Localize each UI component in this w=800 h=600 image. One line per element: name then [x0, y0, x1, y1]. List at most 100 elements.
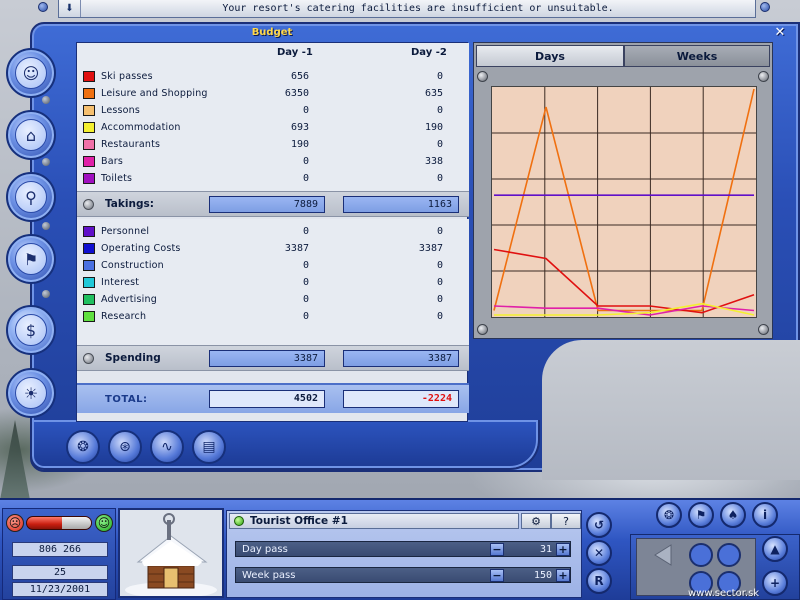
tab-button-overview[interactable]: ❂ — [66, 430, 100, 464]
building-portrait — [118, 508, 224, 598]
window-lower-frame — [30, 420, 540, 470]
color-swatch — [83, 277, 95, 288]
coins-icon: ❂ — [663, 508, 675, 522]
row-label: Restaurants — [101, 139, 161, 150]
settings-button[interactable]: ⚙ — [521, 513, 551, 529]
color-swatch — [83, 260, 95, 271]
row-label: Accommodation — [101, 122, 181, 133]
color-swatch — [83, 156, 95, 167]
house-icon: ⌂ — [15, 119, 47, 151]
bolt-icon — [42, 158, 50, 166]
tree-icon: ♠ — [727, 508, 739, 522]
row-label: Operating Costs — [101, 243, 181, 254]
graph-panel: Days Weeks — [473, 42, 773, 339]
takings-label: Takings: — [105, 198, 154, 210]
row-value-day-2: 3387 — [418, 243, 443, 254]
side-button-slopes[interactable]: ⚑ — [6, 234, 56, 284]
color-swatch — [83, 226, 95, 237]
table-row: Research 0 0 — [77, 308, 469, 325]
tab-button-prices[interactable]: ⊛ — [108, 430, 142, 464]
color-swatch — [83, 311, 95, 322]
building-info-panel: Tourist Office #1 ⚙ ? Day pass −31 + Week p… — [226, 510, 582, 598]
table-row: Bars 0 338 — [77, 153, 469, 170]
ski-lift-icon: ⚲ — [15, 181, 47, 213]
side-button-buildings[interactable]: ⌂ — [6, 110, 56, 160]
table-row: Leisure and Shopping 6350 635 — [77, 85, 469, 102]
plus-icon: + — [769, 576, 781, 590]
decrease-price-button[interactable]: − — [490, 542, 504, 556]
row-label: Advertising — [101, 294, 157, 305]
row-label: Research — [101, 311, 147, 322]
color-swatch — [83, 243, 95, 254]
r-icon: R — [594, 574, 604, 588]
bolt-icon — [477, 71, 488, 82]
color-swatch — [83, 105, 95, 116]
message-toggle-button[interactable]: ⬇ — [59, 0, 81, 17]
spending-summary: Spending 3387 3387 — [77, 345, 469, 371]
total-label: TOTAL: — [105, 393, 148, 405]
pass-price: 150 — [533, 569, 552, 581]
bolt-icon — [42, 290, 50, 298]
building-title: Tourist Office #1 — [250, 515, 348, 527]
increase-price-button[interactable]: + — [556, 542, 570, 556]
takings-day-1: 7889 — [209, 195, 325, 213]
tab-button-graph[interactable]: ∿ — [150, 430, 184, 464]
mood-bar-empty — [62, 517, 91, 529]
color-swatch — [83, 139, 95, 150]
menu-button[interactable]: ▲ — [762, 536, 788, 562]
rotate-button[interactable]: ↺ — [586, 512, 612, 538]
row-value-day-1: 0 — [302, 294, 309, 305]
tab-days[interactable]: Days — [476, 45, 624, 67]
gear-icon: ⚙ — [531, 514, 541, 528]
close-button[interactable]: ✕ — [772, 24, 788, 40]
tourist-office-image — [120, 510, 222, 596]
increase-price-button[interactable]: + — [556, 568, 570, 582]
cross-icon: ✕ — [593, 546, 605, 560]
side-button-finance[interactable]: $ — [6, 305, 56, 355]
takings-day-2: 1163 — [343, 195, 459, 213]
map-button[interactable]: + — [762, 570, 788, 596]
tab-button-loans[interactable]: ▤ — [192, 430, 226, 464]
row-value-day-2: 0 — [436, 105, 443, 116]
table-row: Advertising 0 0 — [77, 291, 469, 308]
side-button-lifts[interactable]: ⚲ — [6, 172, 56, 222]
row-label: Leisure and Shopping — [101, 88, 208, 99]
color-swatch — [83, 88, 95, 99]
row-value-day-2: 0 — [436, 139, 443, 150]
tab-weeks[interactable]: Weeks — [624, 45, 770, 67]
takings-section: Day -1 Day -2 Ski passes 656 0 Leisure and … — [77, 43, 469, 191]
demolish-button[interactable]: ✕ — [586, 540, 612, 566]
question-icon: ? — [563, 514, 569, 528]
hud-button-4[interactable]: i — [752, 502, 778, 528]
side-button-weather[interactable]: ☀ — [6, 368, 56, 418]
side-button-management[interactable]: ☺ — [6, 48, 56, 98]
repair-button[interactable]: R — [586, 568, 612, 594]
info-icon: i — [762, 508, 768, 522]
arrow-up-icon: ▲ — [770, 542, 780, 556]
row-value-day-1: 0 — [302, 226, 309, 237]
table-row: Lessons 0 0 — [77, 102, 469, 119]
hud-button-3[interactable]: ♠ — [720, 502, 746, 528]
row-label: Personnel — [101, 226, 150, 237]
table-row: Toilets 0 0 — [77, 170, 469, 187]
watermark: www.sector.sk — [688, 588, 760, 599]
hud-button-2[interactable]: ⚑ — [688, 502, 714, 528]
table-row: Operating Costs 3387 3387 — [77, 240, 469, 257]
color-swatch — [83, 173, 95, 184]
row-label: Construction — [101, 260, 164, 271]
hud-button-1[interactable]: ❂ — [656, 502, 682, 528]
row-value-day-1: 0 — [302, 105, 309, 116]
row-value-day-1: 0 — [302, 173, 309, 184]
row-value-day-2: 0 — [436, 226, 443, 237]
price-row: Day pass − 31 + — [235, 541, 571, 557]
row-value-day-1: 0 — [302, 311, 309, 322]
decrease-price-button[interactable]: − — [490, 568, 504, 582]
flag-icon: ⚑ — [15, 243, 47, 275]
series-line — [493, 248, 755, 314]
column-header-day-2: Day -2 — [411, 47, 447, 58]
row-value-day-1: 190 — [290, 139, 309, 150]
pass-label: Day pass — [242, 543, 288, 555]
row-value-day-1: 693 — [290, 122, 309, 133]
help-button[interactable]: ? — [551, 513, 581, 529]
camera-arrows — [654, 543, 741, 595]
